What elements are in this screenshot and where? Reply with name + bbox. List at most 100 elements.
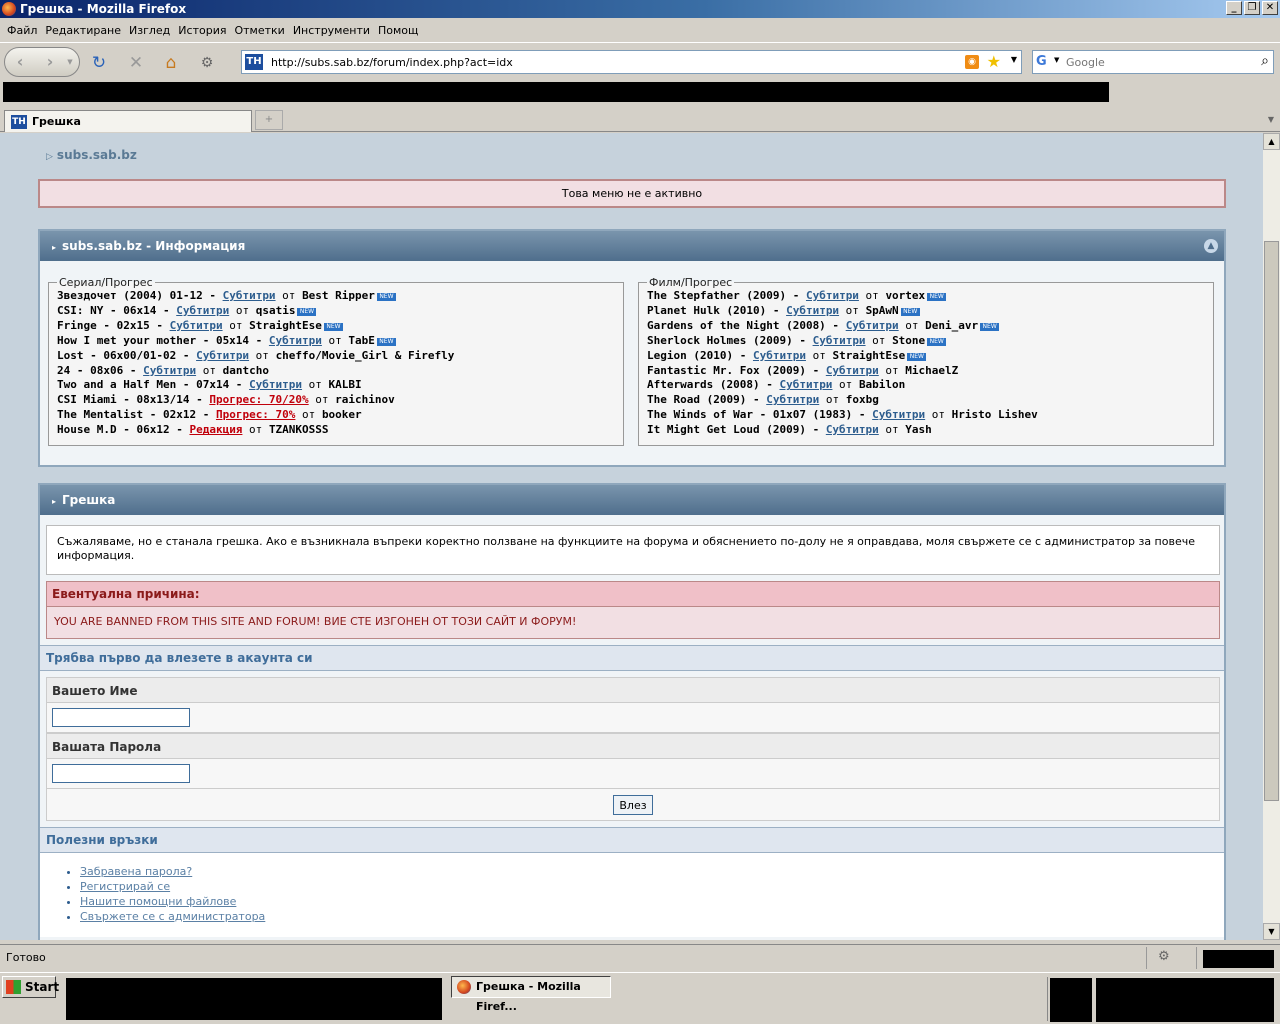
start-button[interactable]: Start	[2, 976, 60, 998]
film-subtitle-link[interactable]: Субтитри	[872, 408, 925, 421]
film-subtitle-link[interactable]: Субтитри	[806, 289, 859, 302]
film-subtitle-link[interactable]: Субтитри	[813, 334, 866, 347]
close-button[interactable]: ✕	[1262, 1, 1278, 15]
film-title: Sherlock Holmes (2009) -	[647, 333, 813, 347]
film-subtitle-link[interactable]: Субтитри	[786, 304, 839, 317]
url-text[interactable]: http://subs.sab.bz/forum/index.php?act=i…	[271, 56, 513, 69]
film-subtitle-link[interactable]: Субтитри	[779, 378, 832, 391]
list-item: Свържете се с администратора	[80, 909, 1224, 924]
password-input[interactable]	[52, 764, 190, 783]
series-title: The Mentalist - 02x12 -	[57, 408, 216, 422]
scroll-up-icon[interactable]: ▲	[1263, 133, 1280, 150]
new-badge-icon: NEW	[927, 337, 947, 346]
series-subtitle-link[interactable]: Субтитри	[143, 364, 196, 377]
menu-view[interactable]: Изглед	[125, 24, 174, 37]
search-bar[interactable]: G ▼ ⌕	[1032, 50, 1274, 74]
scroll-top-icon[interactable]: ▲	[1204, 239, 1218, 253]
login-button[interactable]: Влез	[613, 795, 653, 815]
scrollbar-thumb[interactable]	[1264, 241, 1279, 801]
film-subtitle-link[interactable]: Субтитри	[753, 349, 806, 362]
series-subtitle-link[interactable]: Прогрес: 70/20%	[209, 393, 308, 406]
history-dropdown-icon[interactable]: ▼	[63, 51, 77, 75]
taskbar-item-firefox[interactable]: Грешка - Mozilla Firef...	[451, 976, 611, 1013]
contact-admin-link[interactable]: Свържете се с администратора	[80, 910, 265, 923]
film-row: The Winds of War - 01x07 (1983) - Субтит…	[647, 408, 1205, 423]
film-title: The Stepfather (2009) -	[647, 289, 806, 302]
series-by-label: от	[275, 289, 303, 302]
address-bar[interactable]: TH http://subs.sab.bz/forum/index.php?ac…	[241, 50, 1022, 74]
stop-icon[interactable]: ✕	[125, 52, 147, 74]
back-forward-group: ‹ › ▼	[4, 47, 80, 77]
search-engine-dropdown-icon[interactable]: ▼	[1054, 56, 1059, 64]
film-subtitle-link[interactable]: Субтитри	[846, 319, 899, 332]
series-subtitle-link[interactable]: Субтитри	[196, 349, 249, 362]
reload-icon[interactable]: ↻	[88, 52, 110, 74]
series-title: Fringe - 02x15 -	[57, 318, 170, 332]
maximize-button[interactable]: ❐	[1244, 1, 1260, 15]
series-author: raichinov	[335, 393, 395, 407]
window-controls: _ ❐ ✕	[1226, 1, 1278, 15]
series-title: CSI: NY - 06x14 -	[57, 303, 177, 317]
status-redacted	[1203, 950, 1274, 968]
back-button[interactable]: ‹	[8, 51, 32, 75]
search-input[interactable]	[1066, 54, 1246, 70]
menu-tools[interactable]: Инструменти	[289, 24, 374, 37]
film-subtitle-link[interactable]: Субтитри	[826, 423, 879, 436]
menu-history[interactable]: История	[174, 24, 230, 37]
reason-title: Евентуална причина:	[46, 581, 1220, 607]
addon-status-icon[interactable]: ⚙	[1158, 949, 1170, 964]
menu-help[interactable]: Помощ	[374, 24, 422, 37]
series-title: Two and a Half Men - 07x14 -	[57, 378, 250, 392]
series-row: CSI Miami - 08x13/14 - Прогрес: 70/20% о…	[57, 393, 615, 408]
film-by-label: от	[832, 378, 859, 392]
google-icon[interactable]: G	[1036, 54, 1052, 70]
film-row: Afterwards (2008) - Субтитри от Babilon	[647, 378, 1205, 393]
tab-title: Грешка	[32, 115, 81, 128]
film-by-label: от	[925, 408, 952, 422]
url-dropdown-icon[interactable]: ▼	[1011, 55, 1017, 64]
firefox-icon	[2, 2, 16, 16]
series-subtitle-link[interactable]: Прогрес: 70%	[216, 408, 295, 421]
forward-button[interactable]: ›	[38, 51, 62, 75]
film-subtitle-link[interactable]: Субтитри	[826, 364, 879, 377]
username-input[interactable]	[52, 708, 190, 727]
taskbar-item-label: Грешка - Mozilla Firef...	[476, 980, 581, 1013]
series-subtitle-link[interactable]: Субтитри	[223, 289, 276, 302]
minimize-button[interactable]: _	[1226, 1, 1242, 15]
tab-list-icon[interactable]: ▼	[1264, 110, 1278, 130]
series-subtitle-link[interactable]: Субтитри	[176, 304, 229, 317]
film-title: Gardens of the Night (2008) -	[647, 318, 846, 332]
menu-file[interactable]: Файл	[3, 24, 41, 37]
menu-bar: Файл Редактиране Изглед История Отметки …	[0, 20, 1280, 40]
films-list: The Stepfather (2009) - Субтитри от vort…	[647, 289, 1205, 438]
films-legend: Филм/Прогрес	[649, 276, 733, 289]
help-files-link[interactable]: Нашите помощни файлове	[80, 895, 236, 908]
scroll-down-icon[interactable]: ▼	[1263, 923, 1280, 940]
register-link[interactable]: Регистрирай се	[80, 880, 170, 893]
breadcrumb-link[interactable]: subs.sab.bz	[57, 148, 137, 162]
film-subtitle-link[interactable]: Субтитри	[766, 393, 819, 406]
film-by-label: от	[819, 393, 846, 407]
vertical-scrollbar[interactable]: ▲ ▼	[1263, 133, 1280, 940]
search-icon[interactable]: ⌕	[1261, 53, 1269, 69]
series-subtitle-link[interactable]: Редакция	[189, 423, 242, 436]
addon-icon[interactable]: ⚙	[196, 52, 218, 74]
bookmark-star-icon[interactable]: ★	[987, 52, 1001, 71]
home-icon[interactable]: ⌂	[160, 52, 182, 74]
title-bar: Грешка - Mozilla Firefox _ ❐ ✕	[0, 0, 1280, 18]
tab-error[interactable]: TH Грешка	[4, 110, 252, 132]
series-subtitle-link[interactable]: Субтитри	[249, 378, 302, 391]
series-subtitle-link[interactable]: Субтитри	[170, 319, 223, 332]
series-author: dantcho	[222, 363, 269, 377]
new-tab-button[interactable]: +	[255, 110, 283, 130]
menu-bookmarks[interactable]: Отметки	[230, 24, 288, 37]
series-by-label: от	[249, 348, 276, 362]
film-row: It Might Get Loud (2009) - Субтитри от Y…	[647, 423, 1205, 438]
start-label: Start	[25, 980, 60, 994]
film-author: StraightEse	[832, 348, 906, 362]
forgot-password-link[interactable]: Забравена парола?	[80, 865, 192, 878]
film-row: Fantastic Mr. Fox (2009) - Субтитри от M…	[647, 364, 1205, 379]
rss-icon[interactable]: ◉	[965, 55, 979, 69]
menu-edit[interactable]: Редактиране	[41, 24, 125, 37]
series-subtitle-link[interactable]: Субтитри	[269, 334, 322, 347]
